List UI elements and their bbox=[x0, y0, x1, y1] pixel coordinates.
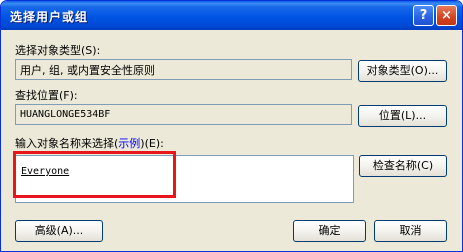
object-names-input[interactable]: Everyone bbox=[15, 155, 354, 203]
close-button[interactable]: × bbox=[436, 5, 457, 26]
check-names-button[interactable]: 检查名称(C) bbox=[359, 155, 447, 177]
cancel-button[interactable]: 取消 bbox=[374, 220, 447, 242]
object-types-field: 用户, 组, 或内置安全性原则 bbox=[15, 59, 352, 80]
location-label: 查找位置(F): bbox=[15, 89, 78, 102]
object-types-label: 选择对象类型(S): bbox=[15, 44, 101, 57]
ok-button[interactable]: 确定 bbox=[293, 220, 366, 242]
advanced-button[interactable]: 高级(A)... bbox=[15, 220, 103, 242]
title-bar[interactable]: 选择用户或组 ? × bbox=[1, 1, 462, 30]
select-users-or-groups-dialog: 选择用户或组 ? × 选择对象类型(S): 用户, 组, 或内置安全性原则 对象… bbox=[0, 0, 463, 252]
location-value: HUANGLONGE534BF bbox=[20, 109, 111, 120]
object-names-label: 输入对象名称来选择(示例)(E): bbox=[15, 135, 164, 151]
help-button[interactable]: ? bbox=[413, 5, 434, 26]
location-button[interactable]: 位置(L)... bbox=[358, 105, 447, 127]
examples-link[interactable]: 示例 bbox=[118, 137, 140, 150]
close-icon: × bbox=[441, 8, 452, 23]
object-names-label-suffix: )(E): bbox=[140, 137, 164, 150]
object-name-entry: Everyone bbox=[21, 166, 70, 177]
object-names-label-prefix: 输入对象名称来选择( bbox=[15, 137, 119, 150]
location-field: HUANGLONGE534BF bbox=[15, 104, 352, 125]
window-title: 选择用户或组 bbox=[10, 10, 89, 24]
object-types-button[interactable]: 对象类型(O)... bbox=[358, 60, 447, 82]
help-icon: ? bbox=[419, 8, 428, 23]
